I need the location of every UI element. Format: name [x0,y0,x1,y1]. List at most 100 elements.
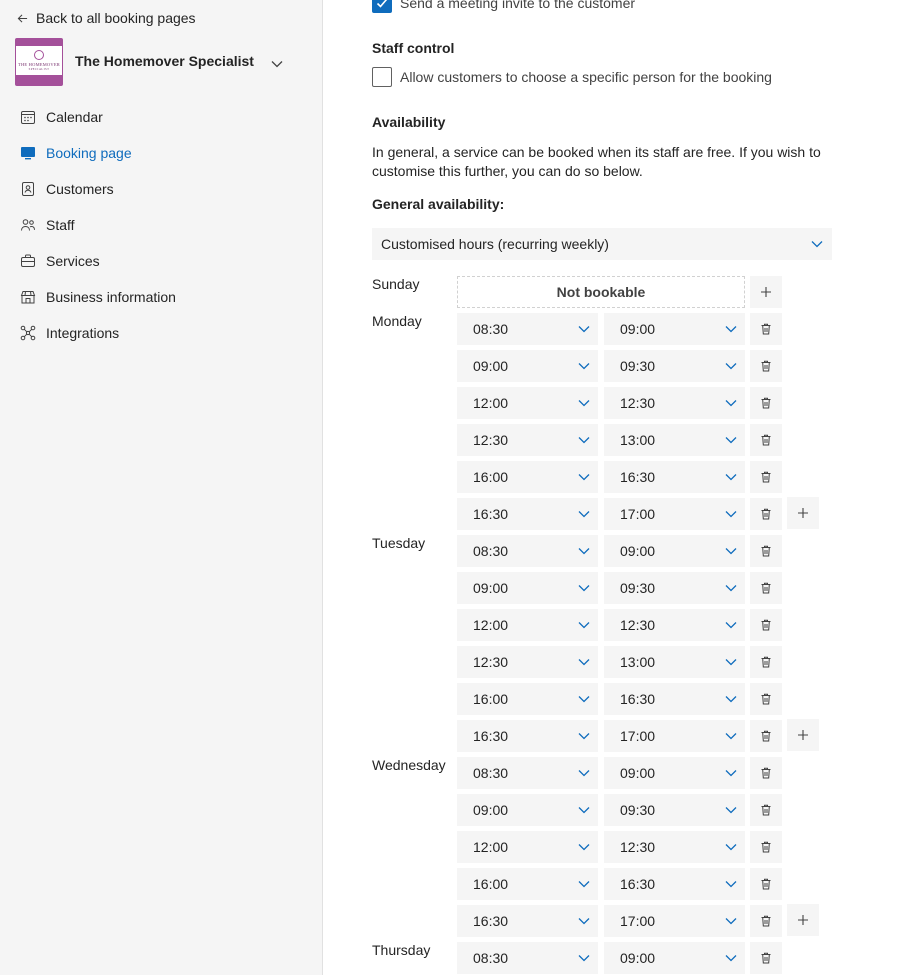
time-from-dropdown[interactable]: 16:00 [457,868,598,900]
sidebar-nav: Calendar Booking page Customers Staff Servic… [0,99,322,351]
time-from-dropdown[interactable]: 16:00 [457,461,598,493]
time-from-dropdown[interactable]: 08:30 [457,757,598,789]
time-from-dropdown[interactable]: 08:30 [457,535,598,567]
chevron-down-icon [578,474,590,481]
time-to-dropdown[interactable]: 12:30 [604,387,745,419]
delete-slot-button[interactable] [750,905,782,937]
time-to-dropdown[interactable]: 12:30 [604,609,745,641]
time-from-dropdown[interactable]: 16:00 [457,683,598,715]
general-availability-dropdown[interactable]: Customised hours (recurring weekly) [372,228,832,260]
time-from-dropdown[interactable]: 09:00 [457,350,598,382]
sidebar-item-services[interactable]: Services [0,243,322,279]
delete-slot-button[interactable] [750,498,782,530]
sidebar-item-integrations[interactable]: Integrations [0,315,322,351]
time-from-dropdown[interactable]: 16:30 [457,720,598,752]
time-to-dropdown[interactable]: 12:30 [604,831,745,863]
sidebar-item-business-information[interactable]: Business information [0,279,322,315]
delete-slot-button[interactable] [750,424,782,456]
trash-icon [761,545,771,557]
time-from-dropdown[interactable]: 08:30 [457,942,598,974]
time-to-dropdown[interactable]: 09:00 [604,942,745,974]
time-to-dropdown[interactable]: 09:30 [604,794,745,826]
time-from-dropdown[interactable]: 16:30 [457,498,598,530]
delete-slot-button[interactable] [750,313,782,345]
time-to-dropdown[interactable]: 09:00 [604,535,745,567]
chevron-down-icon [725,955,737,962]
delete-slot-button[interactable] [750,350,782,382]
delete-slot-button[interactable] [750,535,782,567]
time-from-value: 16:00 [473,876,509,892]
day-label: Monday [372,313,422,329]
delete-slot-button[interactable] [750,646,782,678]
time-from-dropdown[interactable]: 09:00 [457,572,598,604]
staff-control-title: Staff control [372,40,455,56]
time-to-dropdown[interactable]: 17:00 [604,720,745,752]
time-from-value: 16:30 [473,913,509,929]
trash-icon [761,878,771,890]
time-to-value: 09:00 [620,543,656,559]
sidebar-item-customers[interactable]: Customers [0,171,322,207]
time-from-value: 12:00 [473,395,509,411]
sidebar-item-label: Business information [46,289,176,305]
add-slot-button[interactable] [787,719,819,751]
meeting-invite-checkbox[interactable] [372,0,392,13]
time-to-dropdown[interactable]: 17:00 [604,905,745,937]
time-to-dropdown[interactable]: 17:00 [604,498,745,530]
chevron-down-icon [578,659,590,666]
delete-slot-button[interactable] [750,683,782,715]
time-from-dropdown[interactable]: 08:30 [457,313,598,345]
time-from-dropdown[interactable]: 12:00 [457,609,598,641]
delete-slot-button[interactable] [750,461,782,493]
chevron-down-icon [578,733,590,740]
delete-slot-button[interactable] [750,868,782,900]
delete-slot-button[interactable] [750,387,782,419]
sidebar-item-staff[interactable]: Staff [0,207,322,243]
chevron-down-icon[interactable] [270,57,284,71]
back-link[interactable]: Back to all booking pages [17,9,196,27]
chevron-down-icon [578,585,590,592]
add-icon [761,287,771,297]
sidebar-item-booking-page[interactable]: Booking page [0,135,322,171]
time-to-dropdown[interactable]: 16:30 [604,461,745,493]
trash-icon [761,323,771,335]
availability-description: In general, a service can be booked when… [372,144,821,179]
delete-slot-button[interactable] [750,794,782,826]
time-from-dropdown[interactable]: 12:30 [457,646,598,678]
chevron-down-icon [578,511,590,518]
time-to-dropdown[interactable]: 09:30 [604,350,745,382]
staff-control-label: Allow customers to choose a specific per… [400,69,772,85]
time-to-value: 12:30 [620,839,656,855]
time-to-dropdown[interactable]: 13:00 [604,424,745,456]
time-to-value: 09:30 [620,802,656,818]
meeting-invite-label: Send a meeting invite to the customer [400,0,636,11]
time-from-dropdown[interactable]: 12:00 [457,387,598,419]
chevron-down-icon [725,770,737,777]
add-slot-button[interactable] [787,904,819,936]
time-from-dropdown[interactable]: 12:30 [457,424,598,456]
time-to-dropdown[interactable]: 16:30 [604,868,745,900]
delete-slot-button[interactable] [750,942,782,974]
delete-slot-button[interactable] [750,572,782,604]
trash-icon [761,582,771,594]
time-from-dropdown[interactable]: 12:00 [457,831,598,863]
delete-slot-button[interactable] [750,720,782,752]
chevron-down-icon [725,696,737,703]
add-slot-button[interactable] [787,497,819,529]
delete-slot-button[interactable] [750,609,782,641]
time-to-value: 12:30 [620,617,656,633]
staff-control-checkbox[interactable] [372,67,392,87]
time-to-dropdown[interactable]: 09:00 [604,757,745,789]
time-to-dropdown[interactable]: 16:30 [604,683,745,715]
delete-slot-button[interactable] [750,757,782,789]
time-from-dropdown[interactable]: 16:30 [457,905,598,937]
time-to-dropdown[interactable]: 09:30 [604,572,745,604]
business-switcher[interactable]: THE HOMEMOVER SPECIALIST The Homemover S… [15,38,284,86]
sidebar-item-label: Calendar [46,109,103,125]
time-from-dropdown[interactable]: 09:00 [457,794,598,826]
day-label: Thursday [372,942,431,958]
time-to-dropdown[interactable]: 09:00 [604,313,745,345]
time-to-dropdown[interactable]: 13:00 [604,646,745,678]
sidebar-item-calendar[interactable]: Calendar [0,99,322,135]
delete-slot-button[interactable] [750,831,782,863]
add-slot-button[interactable] [750,276,782,308]
